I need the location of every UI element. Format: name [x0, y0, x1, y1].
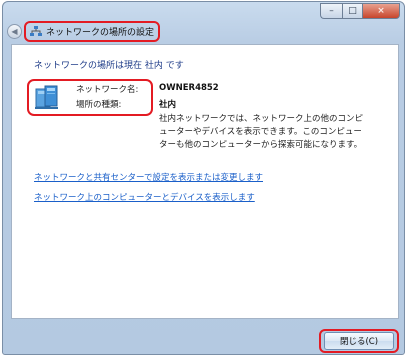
maximize-icon: □: [348, 5, 357, 16]
network-name-value: OWNER4852: [159, 83, 219, 93]
footer: 閉じる(C): [3, 320, 404, 354]
minimize-button[interactable]: –: [320, 3, 342, 19]
view-computers-link[interactable]: ネットワーク上のコンピューターとデバイスを表示します: [34, 191, 255, 203]
minimize-icon: –: [329, 5, 334, 16]
title-highlight: ネットワークの場所の設定: [24, 21, 160, 42]
maximize-button[interactable]: □: [342, 3, 362, 19]
network-center-link[interactable]: ネットワークと共有センターで設定を表示または変更します: [34, 171, 263, 183]
window-title: ネットワークの場所の設定: [46, 28, 155, 38]
network-icon: [30, 26, 42, 36]
location-description: 社内ネットワークでは、ネットワーク上の他のコンピューターやデバイスを表示できます…: [159, 114, 364, 150]
dialog-window: – □ × ◀ ネットワークの場所の設定 ネットワークの場所は現在 社内 です: [2, 1, 405, 355]
back-button[interactable]: ◀: [7, 24, 22, 39]
location-type-value: 社内: [159, 100, 177, 110]
network-computer-icon: [35, 85, 58, 109]
back-arrow-icon: ◀: [11, 27, 18, 36]
status-line: ネットワークの場所は現在 社内 です: [34, 61, 184, 71]
network-name-label: ネットワーク名:: [76, 85, 139, 95]
close-window-button[interactable]: ×: [362, 3, 400, 19]
close-icon: ×: [377, 5, 385, 16]
close-button-highlight: 閉じる(C): [319, 329, 399, 353]
close-button[interactable]: 閉じる(C): [324, 332, 394, 350]
caption-buttons: – □ ×: [320, 3, 400, 19]
location-type-label: 場所の種類:: [76, 100, 122, 110]
title-bar: – □ × ◀ ネットワークの場所の設定: [3, 2, 404, 42]
content-panel: ネットワークの場所は現在 社内 です ネットワーク名: OWNER4852 場所…: [11, 44, 399, 319]
